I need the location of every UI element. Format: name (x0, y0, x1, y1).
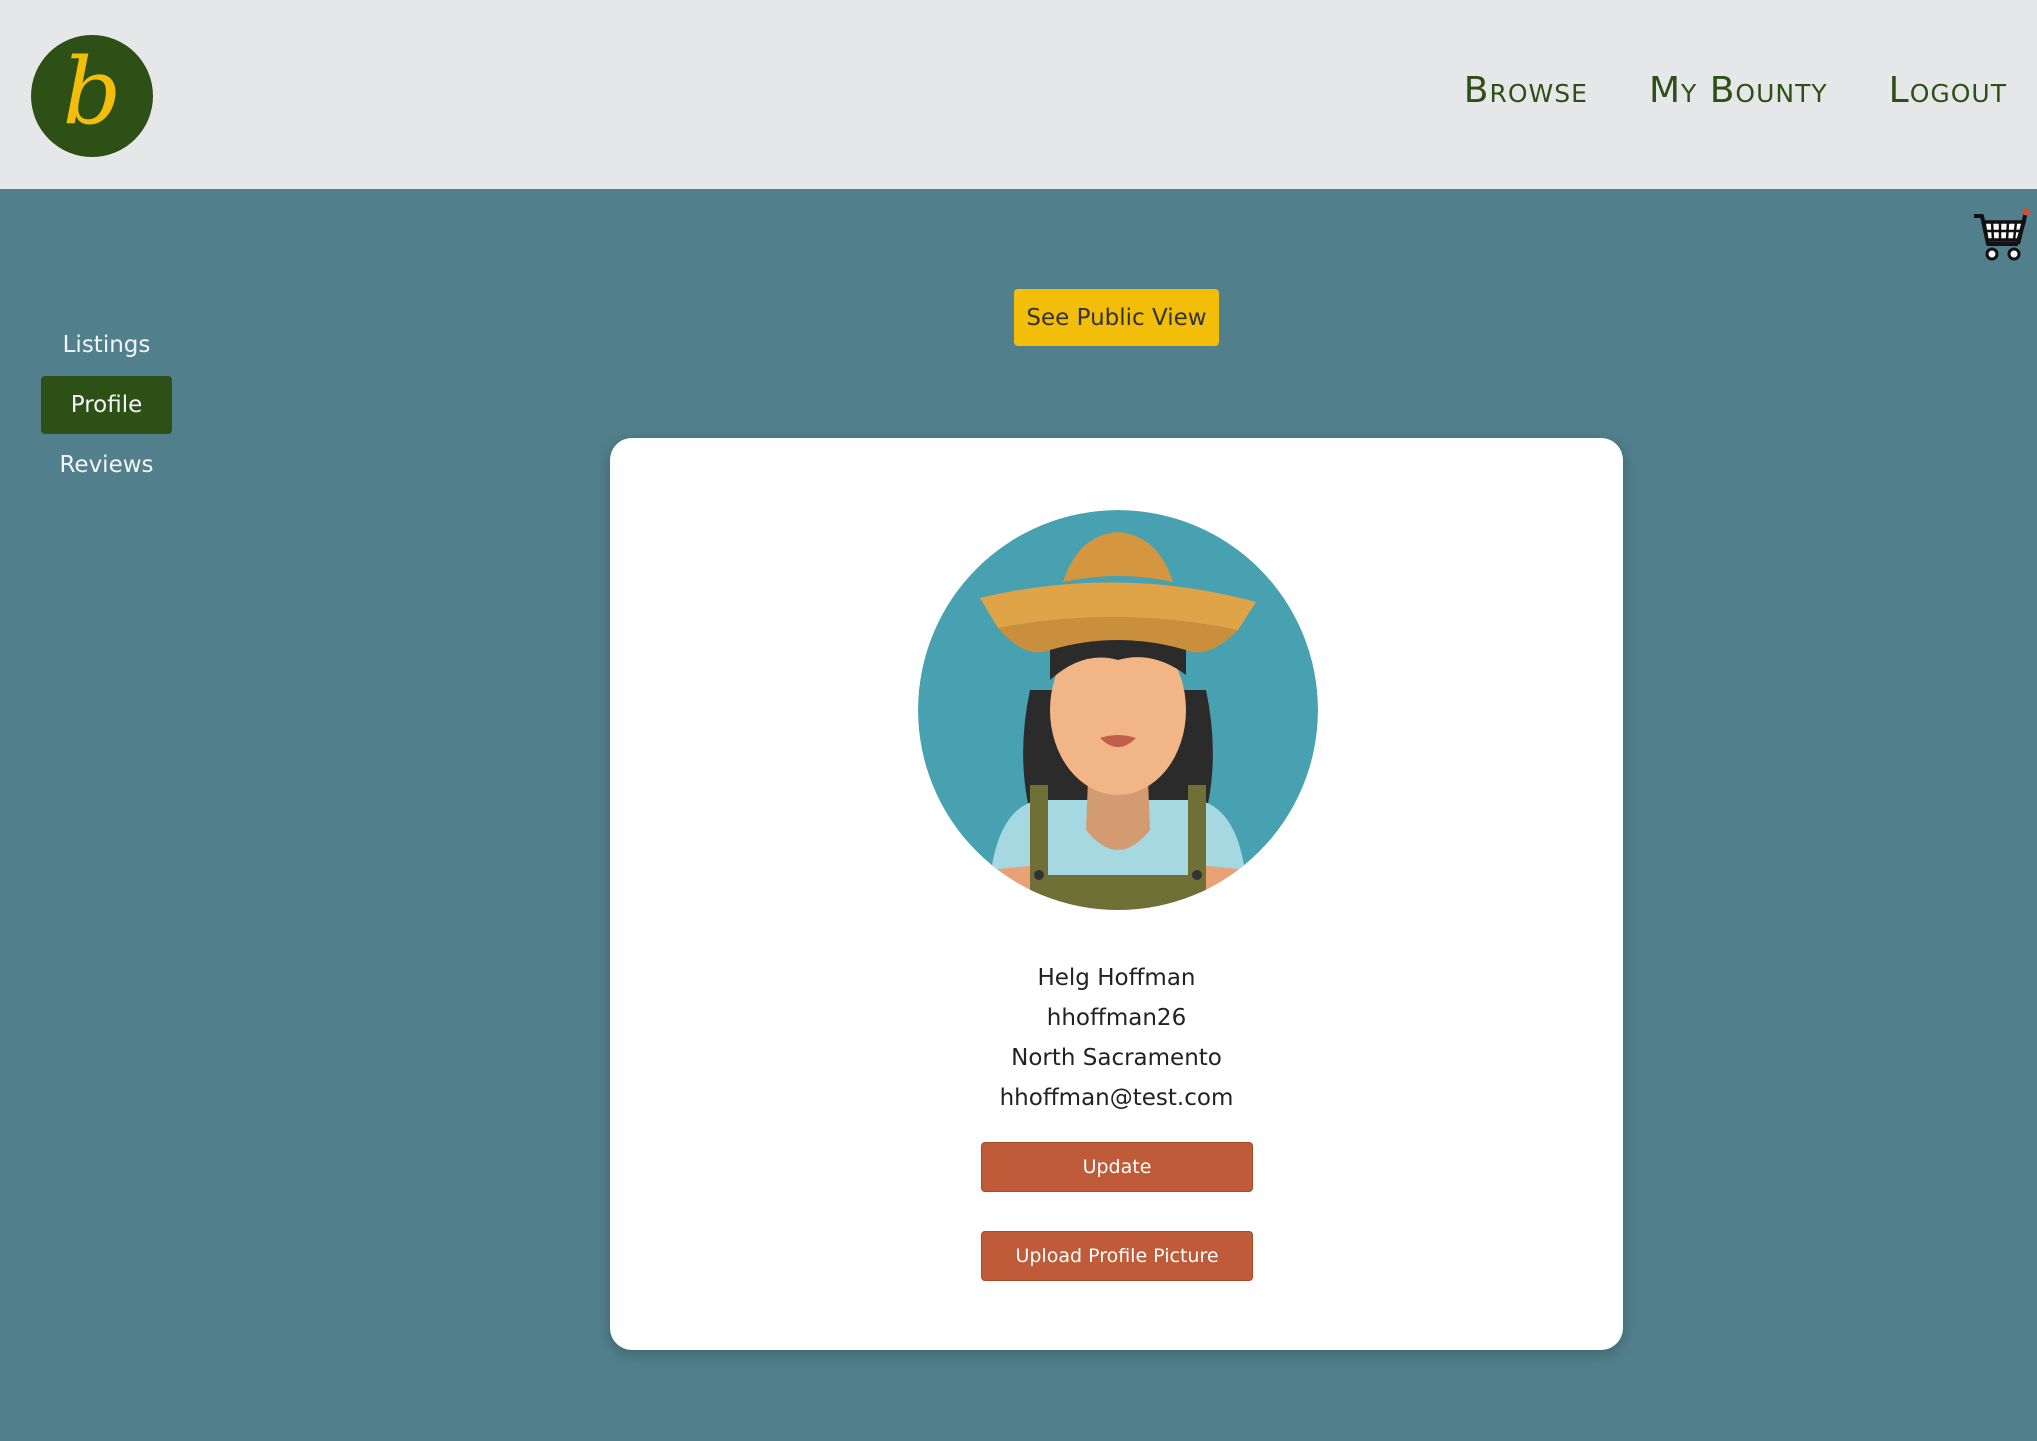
profile-card: Helg Hoffman hhoffman26 North Sacramento… (610, 438, 1623, 1350)
logo-icon[interactable]: b (31, 35, 153, 157)
avatar-image (918, 510, 1318, 910)
nav-my-bounty[interactable]: My Bounty (1649, 70, 1828, 111)
logo-letter: b (63, 38, 122, 145)
sidebar-item-reviews[interactable]: Reviews (41, 436, 172, 494)
profile-location: North Sacramento (1011, 1045, 1222, 1071)
nav-logout[interactable]: Logout (1889, 70, 2007, 111)
profile-username: hhoffman26 (1046, 1005, 1187, 1031)
sidebar-item-profile[interactable]: Profile (41, 376, 172, 434)
profile-email: hhoffman@test.com (999, 1085, 1234, 1111)
sidebar-item-listings[interactable]: Listings (41, 316, 172, 374)
profile-name: Helg Hoffman (1037, 965, 1196, 991)
profile-info: Helg Hoffman hhoffman26 North Sacramento… (610, 958, 1623, 1118)
sidebar: Listings Profile Reviews (41, 316, 172, 496)
update-button[interactable]: Update (981, 1142, 1253, 1192)
upload-profile-picture-button[interactable]: Upload Profile Picture (981, 1231, 1253, 1281)
cart-icon[interactable] (1972, 208, 2030, 264)
nav-browse[interactable]: Browse (1464, 70, 1588, 111)
see-public-view-button[interactable]: See Public View (1014, 289, 1219, 346)
main-nav: Browse My Bounty Logout (1464, 70, 2007, 111)
top-header: b Browse My Bounty Logout (0, 0, 2037, 189)
